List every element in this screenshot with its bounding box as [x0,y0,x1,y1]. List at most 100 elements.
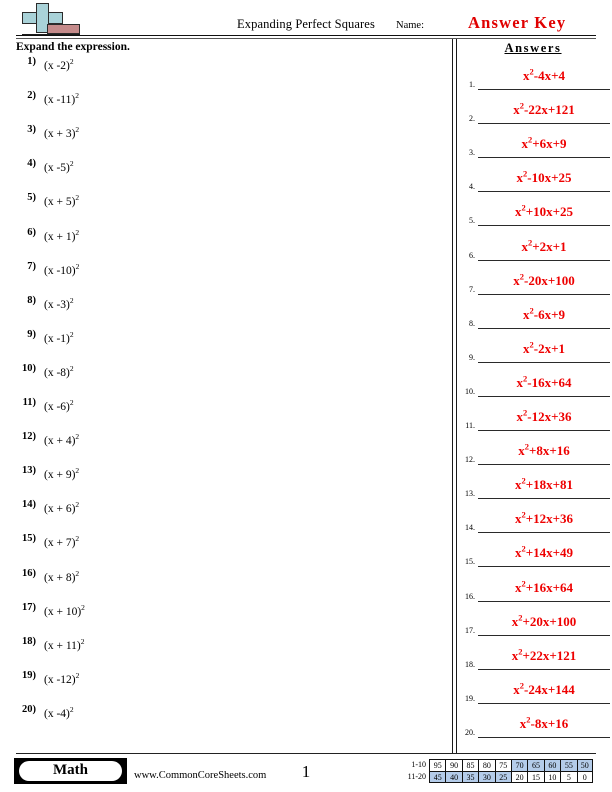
footer-divider-rule [16,753,596,754]
answer-value: x2+8x+16 [478,443,610,459]
page-header: Expanding Perfect Squares Name: Answer K… [0,0,612,39]
answer-row: 17. x2+20x+100 [452,608,612,642]
question-row: 8) (x -3)2 [0,295,450,329]
question-number: 8) [27,294,36,306]
question-number: 16) [22,567,36,579]
question-number: 3) [27,124,36,136]
score-grid-row: 1-10 95 90 85 80 75 70 65 60 55 50 [397,759,593,771]
answer-number: 3. [469,148,475,158]
question-row: 19) (x -12)2 [0,670,450,704]
expression-base: (x + 10) [44,605,82,618]
expression-base: (x + 5) [44,196,76,209]
answer-number: 8. [469,318,475,328]
answer-writing-line [478,430,610,431]
instruction-text: Expand the expression. [16,41,130,53]
score-grid-cell: 40 [445,771,462,783]
question-row: 13) (x + 9)2 [0,465,450,499]
question-row: 9) (x -1)2 [0,329,450,363]
answer-value: x2+22x+121 [478,647,610,664]
score-grid-cell: 70 [510,759,528,771]
expression-base: (x -5) [44,162,70,175]
answer-remainder: -10x+25 [527,170,572,186]
answer-number: 1. [469,80,475,89]
score-grid-cell: 15 [527,771,544,783]
answer-value: x2+16x+64 [478,579,610,596]
score-grid-cell: 55 [560,759,577,771]
question-expression: (x -3)2 [44,295,74,311]
answer-remainder: +22x+121 [522,647,577,663]
expression-base: (x + 11) [44,639,81,652]
answer-row: 15. x2+14x+49 [452,539,612,573]
answer-value: x2-8x+16 [478,715,610,732]
question-expression: (x + 3)2 [44,126,79,141]
score-grid-cell: 85 [461,759,479,771]
question-row: 4) (x -5)2 [0,158,450,192]
answer-row: 5. x2+10x+25 [452,198,612,232]
answer-value: x2+18x+81 [478,477,610,493]
answer-writing-line [478,634,610,636]
answer-row: 19. x2-24x+144 [452,676,612,710]
answer-row: 16. x2+16x+64 [452,574,612,608]
score-grid-cell: 90 [445,759,462,771]
answer-writing-line [478,532,610,534]
answer-row: 9. x2-2x+1 [452,335,612,369]
answer-writing-line [478,464,610,466]
answer-value: x2-2x+1 [478,340,610,357]
expression-base: (x -1) [44,332,70,345]
header-divider-rule [16,35,596,36]
answer-number: 4. [469,182,475,192]
expression-base: (x + 6) [44,503,76,516]
answer-writing-line [478,89,610,90]
answer-value: x2-24x+144 [478,681,610,698]
answer-writing-line [478,600,610,602]
expression-exponent: 2 [75,261,80,271]
score-grid-cell: 95 [429,759,446,771]
expression-exponent: 2 [69,364,74,374]
expression-exponent: 2 [75,466,80,476]
answer-writing-line [478,157,610,159]
score-grid-cell: 30 [478,771,495,783]
score-grid-cell: 45 [429,771,446,783]
answer-row: 18. x2+22x+121 [452,642,612,676]
question-expression: (x -1)2 [44,331,74,345]
score-grid-cell: 50 [576,759,593,771]
answer-writing-line [478,191,610,193]
score-grid-cell: 65 [527,759,544,771]
score-grid-cell: 80 [478,759,495,771]
expression-base: (x -2) [44,60,70,72]
score-grid-cell: 60 [543,759,561,771]
answer-number: 14. [465,523,475,533]
expression-exponent: 2 [75,534,80,544]
question-number: 13) [22,465,36,477]
question-number: 19) [22,669,36,681]
answer-value: x2+14x+49 [478,545,610,561]
answer-number: 16. [465,591,475,601]
answer-remainder: -16x+64 [527,374,572,390]
question-expression: (x -10)2 [44,261,80,277]
answer-remainder: +14x+49 [525,545,574,561]
answer-number: 15. [465,557,475,567]
question-number: 4) [27,158,36,170]
answer-number: 18. [465,659,475,669]
expression-base: (x + 3) [44,128,76,141]
answer-value: x2-20x+100 [478,272,610,289]
answer-row: 14. x2+12x+36 [452,505,612,539]
expression-base: (x -12) [44,673,76,686]
expression-exponent: 2 [75,227,80,237]
answer-row: 1. x2-4x+4 [452,62,612,96]
question-number: 5) [27,192,36,204]
question-expression: (x -4)2 [44,706,74,720]
question-row: 16) (x + 8)2 [0,568,450,602]
answer-number: 10. [465,386,475,396]
answer-remainder: +10x+25 [525,204,574,220]
expression-exponent: 2 [80,636,85,646]
answer-writing-line [478,736,610,738]
answer-number: 9. [469,352,475,362]
expression-exponent: 2 [69,295,74,305]
answer-row: 2. x2-22x+121 [452,96,612,130]
answer-remainder: +18x+81 [525,477,574,493]
answer-writing-line [478,259,610,261]
answer-writing-line [478,225,610,227]
answer-remainder: +6x+9 [532,136,567,152]
question-row: 10) (x -8)2 [0,363,450,397]
